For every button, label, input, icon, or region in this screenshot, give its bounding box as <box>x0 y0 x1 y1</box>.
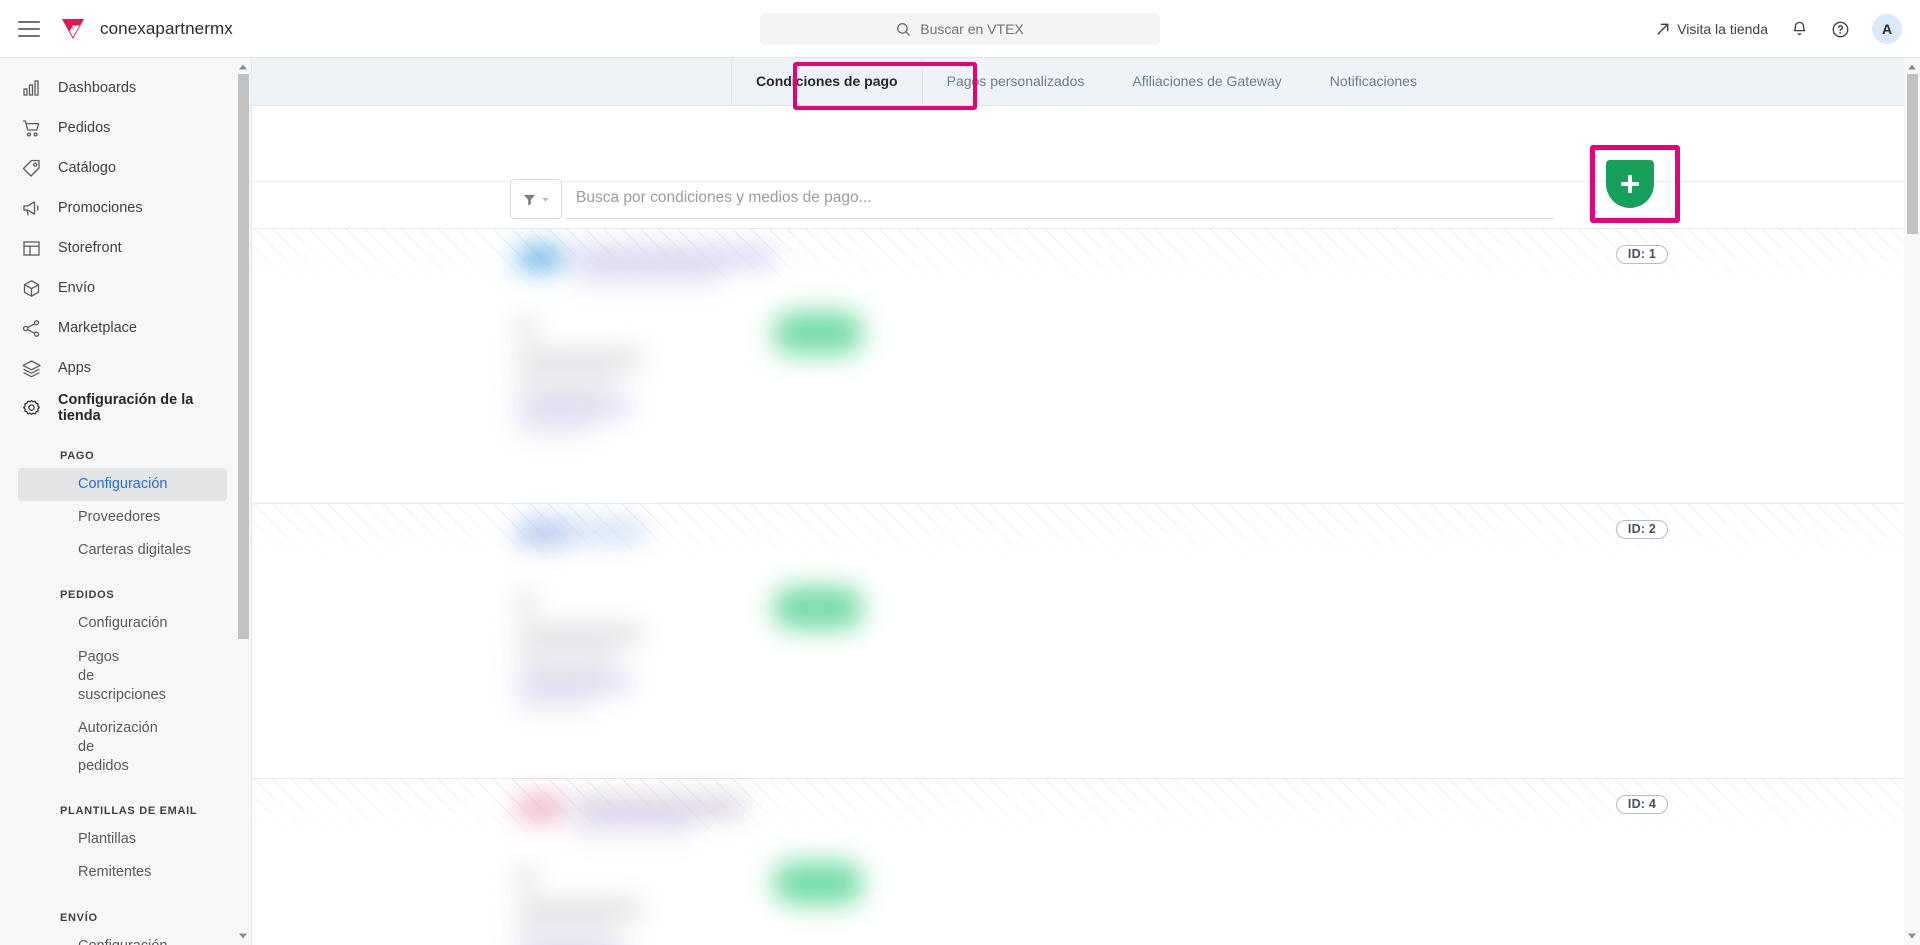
sidebar-subitem-remitentes[interactable]: Remitentes <box>18 856 227 889</box>
shopping-cart-icon <box>20 117 42 139</box>
visit-store-link[interactable]: Visita la tienda <box>1656 21 1768 37</box>
sidebar-section-title: PAGO <box>60 450 95 462</box>
sidebar-scroll-area: Dashboards Pedidos Catálogo Promociones … <box>0 58 235 945</box>
sidebar-section-plantillas-de-email: PLANTILLAS DE EMAIL Plantillas Remitente… <box>0 805 235 889</box>
sidebar-item-label: Promociones <box>58 200 143 216</box>
row-id-badge: ID: 1 <box>1615 245 1668 264</box>
search-bar <box>510 179 1554 219</box>
bar-chart-icon <box>20 77 42 99</box>
sidebar-scrollbar-thumb[interactable] <box>237 74 249 639</box>
sidebar-section-title: PLANTILLAS DE EMAIL <box>60 805 198 818</box>
box-icon <box>20 277 42 299</box>
sidebar-subitem-carteras-digitales[interactable]: Carteras digitales <box>18 534 227 567</box>
sidebar-item-catalogo[interactable]: Catálogo <box>0 148 235 188</box>
gear-icon <box>20 397 42 419</box>
toolbar <box>252 106 1920 182</box>
vtex-logo-icon[interactable] <box>60 17 86 41</box>
main-content: Condiciones de pago Pagos personalizados… <box>252 58 1920 945</box>
sidebar-scrollbar[interactable] <box>235 58 251 945</box>
sidebar-subitem-pago-configuracion[interactable]: Configuración <box>18 468 227 502</box>
sidebar-section-pedidos: PEDIDOS Configuración Pagos de suscripci… <box>0 589 235 783</box>
megaphone-icon <box>20 197 42 219</box>
row-content-blurred <box>504 510 894 738</box>
scroll-down-arrow-icon[interactable] <box>1907 931 1917 941</box>
sidebar-item-label: Envío <box>58 280 96 296</box>
top-bar-actions: Visita la tienda A <box>1656 0 1902 58</box>
sidebar-section-title: PEDIDOS <box>60 589 115 602</box>
chevron-down-icon <box>541 197 549 202</box>
avatar[interactable]: A <box>1872 14 1902 44</box>
layers-icon <box>20 357 42 379</box>
add-payment-condition-button[interactable] <box>1606 160 1654 208</box>
tab-condiciones-de-pago[interactable]: Condiciones de pago <box>731 58 923 105</box>
tab-afiliaciones-de-gateway[interactable]: Afiliaciones de Gateway <box>1108 58 1305 105</box>
tab-pagos-personalizados[interactable]: Pagos personalizados <box>923 58 1109 105</box>
sidebar-item-label: Marketplace <box>58 320 137 336</box>
search-icon <box>897 22 911 36</box>
filter-button[interactable] <box>510 179 562 219</box>
sidebar-item-label: Dashboards <box>58 80 137 96</box>
row-id-badge: ID: 4 <box>1615 795 1668 814</box>
sidebar-subitem-pagos-de-suscripciones[interactable]: Pagos de suscripciones <box>18 641 166 712</box>
sidebar-item-marketplace[interactable]: Marketplace <box>0 308 235 348</box>
row-id-badge: ID: 2 <box>1615 520 1668 539</box>
sidebar-item-label: Configuración de la tienda <box>58 392 194 424</box>
sidebar-subitem-plantillas[interactable]: Plantillas <box>18 823 227 856</box>
global-search[interactable]: Buscar en VTEX <box>760 13 1160 45</box>
sidebar-item-promociones[interactable]: Promociones <box>0 188 235 228</box>
sidebar-primary-nav: Dashboards Pedidos Catálogo Promociones … <box>0 58 235 428</box>
main-scrollbar-thumb[interactable] <box>1906 74 1918 234</box>
list-item[interactable]: ID: 1 <box>252 228 1904 503</box>
top-bar: conexapartnermx Buscar en VTEX Visita la… <box>0 0 1920 58</box>
row-content-blurred <box>504 235 894 463</box>
sidebar-section-pago: PAGO Configuración Proveedores Carteras … <box>0 450 235 567</box>
main-scrollbar[interactable] <box>1904 58 1920 945</box>
global-search-placeholder: Buscar en VTEX <box>920 21 1024 37</box>
sidebar-section-title: ENVÍO <box>60 911 98 924</box>
sidebar-item-label: Pedidos <box>58 120 111 136</box>
bell-icon[interactable] <box>1790 20 1809 39</box>
list-item[interactable]: ID: 4 <box>252 778 1904 945</box>
search-input[interactable] <box>566 179 1554 219</box>
payment-conditions-list: ID: 1 ID: 2 ID: 4 <box>252 228 1904 945</box>
sidebar-item-label: Storefront <box>58 240 122 256</box>
sidebar-item-pedidos[interactable]: Pedidos <box>0 108 235 148</box>
sidebar: Dashboards Pedidos Catálogo Promociones … <box>0 58 252 945</box>
row-hatch-pattern <box>252 504 1904 778</box>
visit-store-label: Visita la tienda <box>1677 21 1768 37</box>
sidebar-item-configuracion-de-la-tienda[interactable]: Configuración de la tienda <box>0 388 235 428</box>
sidebar-item-envio[interactable]: Envío <box>0 268 235 308</box>
tab-notificaciones[interactable]: Notificaciones <box>1306 58 1441 105</box>
sidebar-section-envio: ENVÍO Configuración Envío por <box>0 912 235 945</box>
account-name: conexapartnermx <box>100 18 233 38</box>
scroll-down-arrow-icon[interactable] <box>238 931 248 941</box>
sidebar-subitem-proveedores[interactable]: Proveedores <box>18 501 227 534</box>
row-hatch-pattern <box>252 229 1904 503</box>
filter-funnel-icon <box>523 194 535 205</box>
tab-bar: Condiciones de pago Pagos personalizados… <box>252 58 1920 110</box>
external-link-icon <box>1657 23 1669 35</box>
sidebar-item-label: Catálogo <box>58 160 117 176</box>
scroll-up-arrow-icon[interactable] <box>1907 62 1917 72</box>
hamburger-icon[interactable] <box>18 20 40 37</box>
row-content-blurred <box>504 785 894 945</box>
plus-icon <box>1621 175 1639 193</box>
sidebar-item-storefront[interactable]: Storefront <box>0 228 235 268</box>
scroll-up-arrow-icon[interactable] <box>238 62 248 72</box>
share-nodes-icon <box>20 317 42 339</box>
sidebar-subitem-autorizacion-de-pedidos[interactable]: Autorización de pedidos <box>18 712 158 783</box>
sidebar-item-dashboards[interactable]: Dashboards <box>0 68 235 108</box>
question-circle-icon[interactable] <box>1831 20 1850 39</box>
sidebar-subitem-envio-configuracion[interactable]: Configuración <box>18 930 227 945</box>
sidebar-subitem-pedidos-configuracion[interactable]: Configuración <box>18 607 227 640</box>
list-item[interactable]: ID: 2 <box>252 503 1904 778</box>
layout-icon <box>20 237 42 259</box>
sidebar-item-apps[interactable]: Apps <box>0 348 235 388</box>
tag-icon <box>20 157 42 179</box>
sidebar-item-label: Apps <box>58 360 92 376</box>
